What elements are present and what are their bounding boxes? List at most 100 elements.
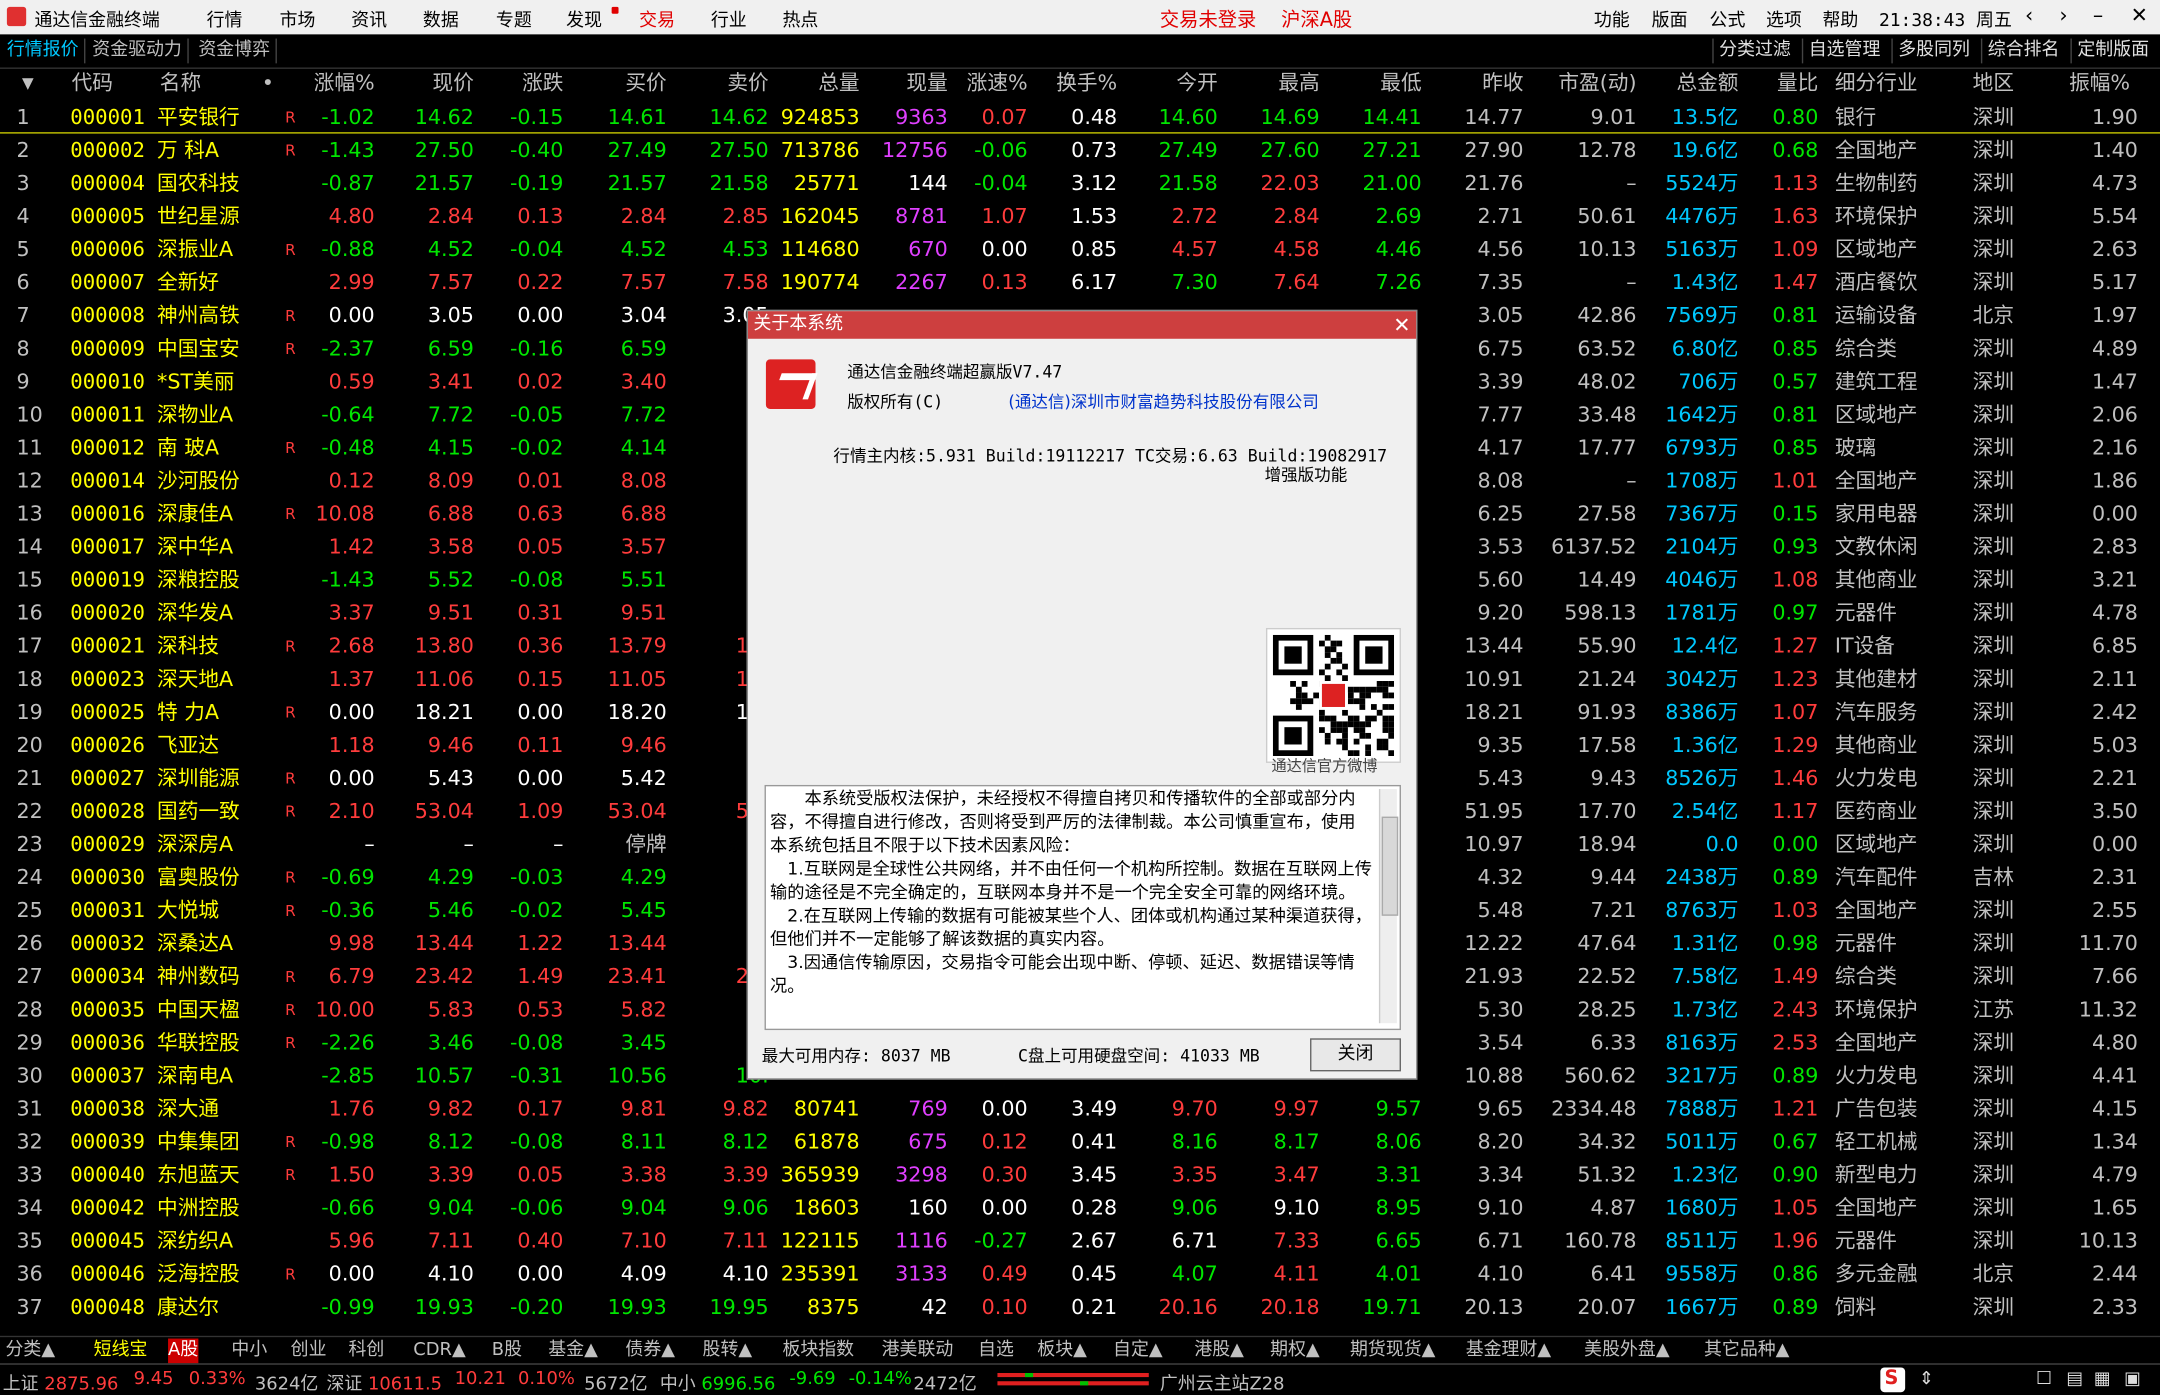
legal-scrollbar[interactable] [1378,789,1399,1024]
category-tab[interactable]: 基金▲ [548,1339,598,1364]
category-tab[interactable]: 期权▲ [1270,1339,1320,1364]
col-name[interactable]: 名称 [160,67,201,99]
col-bid[interactable]: 买价 [563,67,666,99]
tray-icon-a[interactable]: ☐ [2036,1369,2052,1390]
menu-news[interactable]: 资讯 [351,6,387,32]
forward-icon[interactable]: › [2050,3,2078,28]
category-tab[interactable]: A股 [168,1338,199,1364]
category-tab[interactable]: 自选 [978,1339,1014,1364]
menu-industry[interactable]: 行业 [711,6,747,32]
category-tab[interactable]: B股 [492,1339,522,1364]
table-row[interactable]: 3 000004 国农科技 -0.87 21.57 -0.19 21.57 21.58 2577… [0,165,2160,198]
tray-icon-b[interactable]: ▤ [2066,1369,2083,1390]
col-volume[interactable]: 总量 [769,67,859,99]
tray-icon-c[interactable]: ▦ [2094,1369,2111,1390]
category-tab[interactable]: 板块指数 [782,1339,854,1364]
zx-index[interactable]: 中小 6996.56 [660,1369,776,1395]
multi-stock-button[interactable]: 多股同列 [1891,38,1970,64]
col-prev-close[interactable]: 昨收 [1422,67,1523,99]
col-amplitude[interactable]: 振幅% [2069,67,2130,99]
category-tab[interactable]: CDR▲ [413,1339,466,1364]
menu-layout[interactable]: 版面 [1652,6,1688,32]
table-row[interactable]: 33 000040 东旭蓝天 R 1.50 3.39 0.05 3.38 3.39 365939 3… [0,1157,2160,1190]
table-row[interactable]: 5 000006 深振业A R -0.88 4.52 -0.04 4.52 4.53 114680… [0,231,2160,264]
trade-login-status[interactable]: 交易未登录 [1160,6,1256,34]
category-filter-button[interactable]: 分类过滤 [1712,38,1791,64]
custom-layout-button[interactable]: 定制版面 [2070,38,2149,64]
menu-formula[interactable]: 公式 [1710,6,1746,32]
close-window-icon[interactable]: ✕ [2126,3,2154,28]
table-row[interactable]: 4 000005 世纪星源 4.80 2.84 0.13 2.84 2.85 162045 878… [0,198,2160,231]
table-row[interactable]: 31 000038 深大通 1.76 9.82 0.17 9.81 9.82 80741 769 0… [0,1091,2160,1124]
watchlist-manage-button[interactable]: 自选管理 [1801,38,1880,64]
col-high[interactable]: 最高 [1218,67,1319,99]
menu-function[interactable]: 功能 [1594,6,1630,32]
category-tab[interactable]: 基金理财▲ [1466,1339,1551,1364]
category-tab[interactable]: 债券▲ [625,1339,675,1364]
col-turnover[interactable]: 换手% [1028,67,1117,99]
table-row[interactable]: 1 000001 平安银行 R -1.02 14.62 -0.15 14.61 14.62 924… [0,99,2160,134]
input-method-icon[interactable]: S [1880,1367,1906,1393]
dialog-close-icon[interactable]: ✕ [1393,311,1410,339]
table-row[interactable]: 32 000039 中集集团 R -0.98 8.12 -0.08 8.11 8.12 61878… [0,1124,2160,1157]
col-change-pct[interactable]: 涨幅% [276,67,375,99]
table-row[interactable]: 6 000007 全新好 2.99 7.57 0.22 7.57 7.58 190774 2267… [0,264,2160,297]
category-tab[interactable]: 中小 [231,1339,267,1364]
col-vol-ratio[interactable]: 量比 [1738,67,1818,99]
col-dot[interactable]: • [262,67,274,99]
category-tab[interactable]: 短线宝 [94,1339,148,1364]
tray-icon-d[interactable]: ▣ [2124,1369,2141,1390]
col-ask[interactable]: 卖价 [667,67,768,99]
back-icon[interactable]: ‹ [2015,3,2043,28]
menu-quotes[interactable]: 行情 [207,6,243,32]
table-row[interactable]: 2 000002 万 科A R -1.43 27.50 -0.40 27.49 27.50 713… [0,132,2160,165]
ime-arrows-icon[interactable]: ⇕ [1919,1369,1934,1390]
category-tab[interactable]: 分类▲ [6,1339,56,1364]
table-row[interactable]: 35 000045 深纺织A 5.96 7.11 0.40 7.10 7.11 122115 11… [0,1223,2160,1256]
table-row[interactable]: 34 000042 中洲控股 -0.66 9.04 -0.06 9.04 9.06 18603 1… [0,1190,2160,1223]
col-open[interactable]: 今开 [1117,67,1217,99]
category-tab[interactable]: 创业 [291,1339,327,1364]
menu-help[interactable]: 帮助 [1822,6,1858,32]
company-link[interactable]: (通达信)深圳市财富趋势科技股份有限公司 [1008,390,1318,413]
category-tab[interactable]: 自定▲ [1113,1339,1163,1364]
col-sub-industry[interactable]: 细分行业 [1835,67,1918,99]
tab-fund-drive[interactable]: 资金驱动力 [87,38,189,64]
category-tab[interactable]: 港美联动 [882,1339,954,1364]
table-row[interactable]: 36 000046 泛海控股 R 0.00 4.10 0.00 4.09 4.10 235391 3… [0,1256,2160,1289]
col-price[interactable]: 现价 [375,67,474,99]
table-row[interactable]: 37 000048 康达尔 -0.99 19.93 -0.20 19.93 19.95 8375… [0,1289,2160,1322]
category-tab[interactable]: 其它品种▲ [1704,1339,1789,1364]
col-speed[interactable]: 涨速% [948,67,1028,99]
col-pe[interactable]: 市盈(动) [1524,67,1636,99]
sort-arrow-icon[interactable]: ▼ [22,67,34,99]
menu-data[interactable]: 数据 [423,6,459,32]
menu-hot[interactable]: 热点 [782,6,818,32]
menu-topics[interactable]: 专题 [496,6,532,32]
col-change[interactable]: 涨跌 [474,67,563,99]
category-tab[interactable]: 港股▲ [1194,1339,1244,1364]
category-tab[interactable]: 科创 [349,1339,385,1364]
minimize-icon[interactable]: – [2084,3,2112,28]
close-button[interactable]: 关闭 [1310,1038,1401,1072]
col-region[interactable]: 地区 [1973,67,2014,99]
stock-code: 000020 [70,600,145,626]
category-tab[interactable]: 板块▲ [1037,1339,1087,1364]
col-amount[interactable]: 总金额 [1637,67,1738,99]
menu-trade[interactable]: 交易 [639,6,675,32]
category-tab[interactable]: 期货现货▲ [1350,1339,1435,1364]
menu-market[interactable]: 市场 [280,6,316,32]
col-current-vol[interactable]: 现量 [860,67,947,99]
col-code[interactable]: 代码 [72,67,113,99]
sz-index[interactable]: 深证 10611.5 [326,1369,442,1395]
server-name[interactable]: 广州云主站Z28 [1160,1369,1285,1395]
sh-index[interactable]: 上证 2875.96 [3,1369,119,1395]
category-tab[interactable]: 股转▲ [703,1339,753,1364]
menu-discover[interactable]: 发现 [566,6,602,32]
tab-quotes[interactable]: 行情报价 [1,38,86,64]
menu-options[interactable]: 选项 [1766,6,1802,32]
category-tab[interactable]: 美股外盘▲ [1584,1339,1669,1364]
ranking-button[interactable]: 综合排名 [1980,38,2059,64]
col-low[interactable]: 最低 [1320,67,1421,99]
tab-fund-game[interactable]: 资金博弈 [193,38,277,64]
